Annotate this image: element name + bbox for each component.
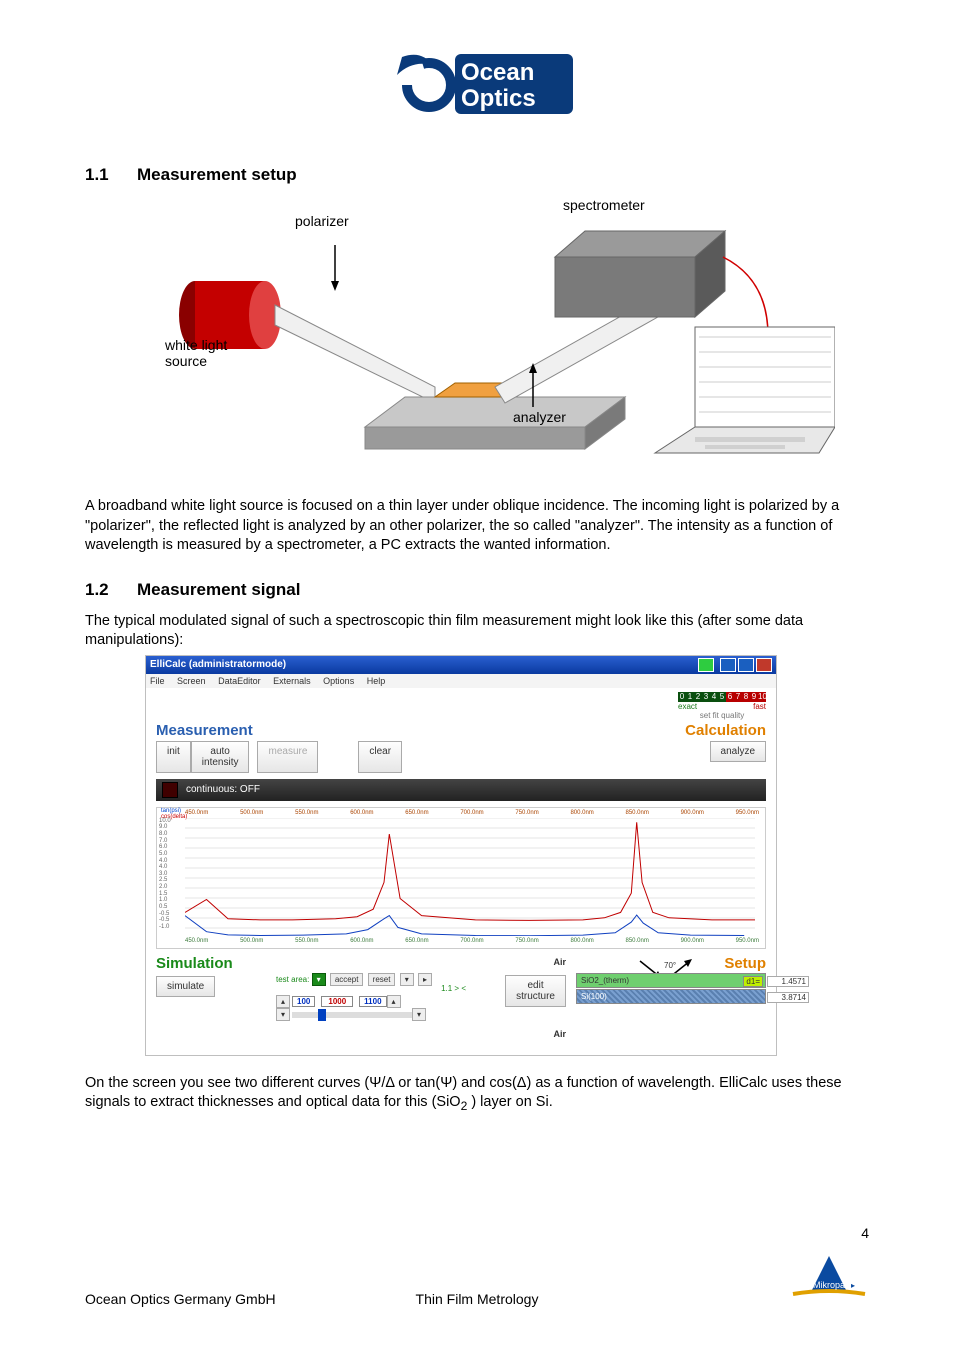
paragraph-1-2-intro: The typical modulated signal of such a s…	[85, 612, 869, 651]
label-analyzer: analyzer	[513, 409, 566, 425]
auto-intensity-button[interactable]: auto intensity	[191, 741, 250, 773]
window-title: ElliCalc (administratormode)	[150, 659, 696, 670]
svg-text:Mikropack: Mikropack	[813, 1280, 855, 1290]
layer-si[interactable]: Si(100) n0= 3.8714	[576, 989, 766, 1004]
layer1-n-value[interactable]: 1.4571	[767, 976, 809, 987]
heading-title: Measurement setup	[137, 165, 297, 185]
app-body: 012345678910 exact fast set fit quality …	[146, 688, 776, 1055]
continuous-label: continuous: OFF	[186, 784, 260, 795]
test-area-label: test area:	[276, 975, 309, 984]
heading-1-1: 1.1 Measurement setup	[85, 165, 869, 185]
layer-sio2[interactable]: SiO2_(therm) d1= n1= 1.4571	[576, 973, 766, 988]
close-button[interactable]	[756, 658, 772, 672]
thickness-slider[interactable]	[292, 1012, 412, 1018]
menu-dataeditor[interactable]: DataEditor	[218, 676, 261, 686]
fit-left-label: exact	[678, 702, 697, 711]
step-down-button[interactable]: ▾	[400, 973, 414, 986]
minimize-button[interactable]	[720, 658, 736, 672]
signal-chart: tan(psi) cos(delta) 450.0nm500.0nm550.0n…	[156, 807, 766, 949]
continuous-bar[interactable]: continuous: OFF	[156, 779, 766, 801]
label-white-light: white light source	[165, 337, 227, 369]
chart-canvas	[185, 818, 755, 936]
maximize-button[interactable]	[738, 658, 754, 672]
spin-left-down[interactable]: ▾	[276, 1008, 290, 1021]
label-spectrometer: spectrometer	[563, 197, 645, 213]
brand-logo: Ocean Optics	[85, 40, 869, 135]
layer2-n-value[interactable]: 3.8714	[767, 992, 809, 1003]
calculation-label: Calculation	[685, 722, 766, 739]
footer-left: Ocean Optics Germany GmbH	[85, 1291, 276, 1307]
angle-label: 70°	[664, 961, 676, 970]
measurement-label: Measurement	[156, 722, 402, 739]
simulation-label: Simulation	[156, 955, 276, 972]
fit-caption: set fit quality	[678, 711, 766, 720]
clear-button[interactable]: clear	[358, 741, 402, 773]
heading-num: 1.1	[85, 165, 137, 185]
fit-quality-bar[interactable]: 012345678910 exact fast set fit quality	[678, 692, 766, 720]
step-up-button[interactable]: ▸	[418, 973, 432, 986]
paragraph-1-2-outro: On the screen you see two different curv…	[85, 1074, 869, 1115]
label-polarizer: polarizer	[295, 213, 349, 229]
menu-help[interactable]: Help	[367, 676, 386, 686]
chart-xticks-bottom: 450.0nm500.0nm550.0nm600.0nm650.0nm700.0…	[185, 938, 759, 944]
menu-screen[interactable]: Screen	[177, 676, 206, 686]
spin-right-up[interactable]: ▴	[387, 995, 401, 1008]
footer-center: Thin Film Metrology	[416, 1291, 539, 1307]
heading-1-2: 1.2 Measurement signal	[85, 580, 869, 600]
paragraph-1-1: A broadband white light source is focuse…	[85, 497, 869, 556]
spin-left-val[interactable]: 100	[292, 996, 315, 1007]
titlebar: ElliCalc (administratormode)	[146, 656, 776, 674]
layer1-d-label: d1=	[743, 976, 763, 987]
menu-file[interactable]: File	[150, 676, 165, 686]
brand-text-top: Ocean	[461, 59, 534, 86]
window-extra-icon[interactable]	[698, 658, 714, 672]
menu-externals[interactable]: Externals	[273, 676, 311, 686]
edit-structure-button[interactable]: edit structure	[505, 975, 566, 1007]
svg-text:▸: ▸	[851, 1281, 855, 1290]
chart-yticks: 10.09.08.07.06.05.04.04.03.02.52.01.51.0…	[159, 818, 171, 930]
area-dropdown[interactable]: ▾	[312, 973, 326, 986]
heading-num: 1.2	[85, 580, 137, 600]
spin-right-val[interactable]: 1100	[359, 996, 386, 1007]
page-number: 4	[861, 1225, 869, 1241]
heading-title: Measurement signal	[137, 580, 300, 600]
menu-options[interactable]: Options	[323, 676, 354, 686]
chart-xticks-top: 450.0nm500.0nm550.0nm600.0nm650.0nm700.0…	[185, 810, 759, 816]
accept-button[interactable]: accept	[330, 973, 364, 986]
setup-svg	[135, 197, 835, 477]
analyze-button[interactable]: analyze	[710, 741, 766, 762]
spin-left-up[interactable]: ▴	[276, 995, 290, 1008]
reset-button[interactable]: reset	[368, 973, 396, 986]
air-top-label: Air	[476, 957, 566, 967]
page-footer: Ocean Optics Germany GmbH Thin Film Metr…	[85, 1254, 869, 1307]
spin-right-down[interactable]: ▾	[412, 1008, 426, 1021]
fit-right-label: fast	[753, 702, 766, 711]
spin-mid-val[interactable]: 1000	[321, 996, 353, 1007]
init-button[interactable]: init	[156, 741, 191, 773]
simulate-button[interactable]: simulate	[156, 976, 215, 997]
air-bottom-label: Air	[476, 1029, 566, 1039]
continuous-led-icon	[162, 782, 178, 798]
measurement-setup-figure: polarizer spectrometer white light sourc…	[135, 197, 835, 477]
brand-text-bottom: Optics	[461, 85, 536, 112]
menubar: File Screen DataEditor Externals Options…	[146, 674, 776, 688]
measure-button[interactable]: measure	[257, 741, 318, 773]
ellicalc-window: ElliCalc (administratormode) File Screen…	[145, 655, 777, 1056]
mikropack-logo: Mikropack ▸	[789, 1254, 869, 1307]
